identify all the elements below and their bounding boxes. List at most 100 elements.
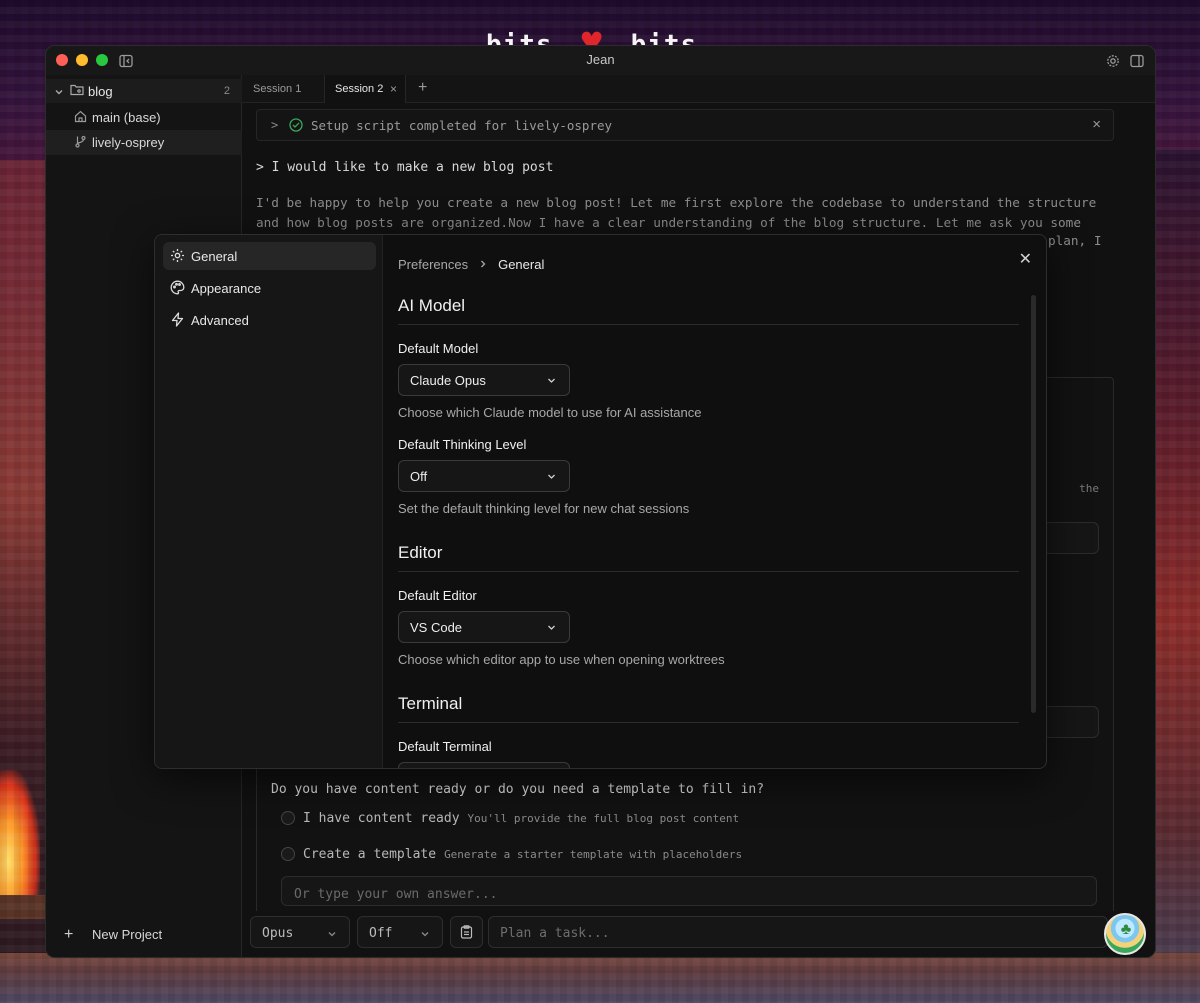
toggle-right-panel-icon[interactable] — [1129, 53, 1145, 69]
tab-label: Session 2 — [335, 83, 384, 95]
titlebar: Jean — [46, 46, 1155, 75]
section-title-terminal: Terminal — [398, 694, 463, 713]
section-title-editor: Editor — [398, 543, 443, 562]
assistant-message-fragment: plan, I — [1048, 233, 1102, 248]
default-model-select[interactable]: Claude Opus — [398, 364, 570, 396]
check-circle-icon — [289, 118, 303, 137]
model-select-value: Opus — [262, 926, 294, 941]
settings-gear-icon[interactable] — [1105, 53, 1121, 69]
plus-icon: + — [64, 926, 74, 943]
select-value: Claude Opus — [410, 373, 486, 388]
chevron-down-icon — [546, 469, 557, 487]
clipboard-icon — [460, 925, 473, 944]
option-description: Generate a starter template with placeho… — [444, 847, 743, 861]
setup-status-text: Setup script completed for lively-osprey — [311, 118, 613, 133]
task-input[interactable]: Plan a task... — [488, 916, 1108, 948]
tab-session-2[interactable]: Session 2 × — [324, 75, 406, 103]
thinking-select[interactable]: Off — [357, 916, 443, 948]
default-editor-help: Choose which editor app to use when open… — [398, 652, 725, 667]
preferences-nav: General Appearance Advanced — [155, 235, 383, 768]
model-select[interactable]: Opus — [250, 916, 350, 948]
setup-status-bar[interactable]: > Setup script completed for lively-ospr… — [256, 109, 1114, 141]
section-divider — [398, 571, 1019, 572]
close-tab-icon[interactable]: × — [390, 82, 397, 96]
worktree-label: main (base) — [92, 110, 161, 125]
add-tab-icon[interactable]: + — [418, 79, 427, 97]
close-dialog-icon[interactable]: ✕ — [1019, 249, 1032, 269]
home-icon — [74, 110, 87, 128]
default-terminal-select[interactable] — [398, 762, 570, 768]
sidebar-item-lively-osprey[interactable]: lively-osprey — [46, 130, 242, 155]
plan-mode-button[interactable] — [450, 916, 483, 948]
project-blog[interactable]: blog 2 — [46, 79, 242, 103]
option-description: You'll provide the full blog post conten… — [467, 811, 740, 825]
card-text-fragment: the — [1079, 482, 1099, 495]
own-answer-placeholder: Or type your own answer... — [294, 887, 498, 902]
preferences-content: Preferences General ✕ AI Model Default M… — [384, 235, 1046, 768]
section-divider — [398, 324, 1019, 325]
default-model-label: Default Model — [398, 341, 479, 356]
question-text: Do you have content ready or do you need… — [271, 782, 765, 797]
tab-label: Session 1 — [253, 83, 302, 95]
nav-label: General — [191, 249, 238, 264]
option-create-template[interactable]: Create a template Generate a starter tem… — [281, 844, 742, 864]
nav-item-advanced[interactable]: Advanced — [163, 306, 376, 334]
chevron-right-icon[interactable]: > — [271, 118, 278, 132]
chevron-down-icon[interactable] — [54, 84, 64, 102]
card-input-field[interactable] — [1039, 522, 1099, 554]
chevron-down-icon — [327, 926, 337, 944]
thinking-select-value: Off — [369, 926, 393, 941]
card-input-field[interactable] — [1039, 706, 1099, 738]
radio-button[interactable] — [281, 811, 295, 825]
worktree-count: 2 — [223, 85, 230, 97]
scrollbar[interactable] — [1031, 295, 1036, 713]
palm-tree-icon: ♣ — [1120, 921, 1132, 938]
dismiss-icon[interactable]: × — [1092, 116, 1101, 133]
bolt-icon — [170, 312, 185, 332]
chevron-down-icon — [420, 926, 430, 944]
default-thinking-help: Set the default thinking level for new c… — [398, 501, 690, 516]
preferences-dialog: General Appearance Advanced Preferences … — [154, 234, 1047, 769]
sidebar-item-main-base[interactable]: main (base) — [46, 105, 242, 130]
option-label: Create a template — [303, 846, 437, 862]
folder-git-icon — [70, 83, 84, 101]
chevron-down-icon — [546, 620, 557, 638]
session-tabs: Session 1 Session 2 × + — [242, 75, 1155, 103]
default-terminal-label: Default Terminal — [398, 739, 492, 754]
user-message: > I would like to make a new blog post — [256, 160, 554, 175]
palette-icon — [170, 280, 185, 300]
gear-icon — [170, 248, 185, 268]
select-value: VS Code — [410, 620, 463, 635]
new-project-button[interactable]: + New Project — [46, 923, 242, 947]
breadcrumb-root[interactable]: Preferences — [398, 257, 468, 272]
task-input-placeholder: Plan a task... — [500, 926, 610, 941]
breadcrumb: Preferences General — [398, 257, 544, 272]
nav-item-general[interactable]: General — [163, 242, 376, 270]
section-divider — [398, 722, 1019, 723]
default-model-help: Choose which Claude model to use for AI … — [398, 405, 702, 420]
nav-label: Appearance — [191, 281, 262, 296]
chevron-right-icon — [478, 257, 488, 272]
option-label: I have content ready — [303, 810, 460, 826]
section-title-ai-model: AI Model — [398, 296, 466, 315]
worktree-label: lively-osprey — [92, 135, 165, 150]
default-editor-select[interactable]: VS Code — [398, 611, 570, 643]
nav-item-appearance[interactable]: Appearance — [163, 274, 376, 302]
assistant-message: I'd be happy to help you create a new bl… — [256, 195, 1097, 230]
user-avatar[interactable]: ♣ — [1104, 913, 1146, 955]
option-content-ready[interactable]: I have content ready You'll provide the … — [281, 808, 739, 828]
project-name: blog — [88, 84, 113, 99]
window-title: Jean — [586, 52, 615, 67]
nav-label: Advanced — [191, 313, 249, 328]
select-value: Off — [410, 469, 428, 484]
own-answer-input[interactable]: Or type your own answer... — [281, 876, 1097, 906]
tab-session-1[interactable]: Session 1 — [242, 75, 322, 103]
new-project-label: New Project — [92, 927, 163, 942]
git-branch-icon — [74, 135, 87, 153]
breadcrumb-current: General — [498, 257, 545, 272]
default-thinking-label: Default Thinking Level — [398, 437, 527, 452]
default-thinking-select[interactable]: Off — [398, 460, 570, 492]
chevron-down-icon — [546, 373, 557, 391]
radio-button[interactable] — [281, 847, 295, 861]
composer-bar: Opus Off Plan a task... ♣ — [242, 911, 1155, 957]
